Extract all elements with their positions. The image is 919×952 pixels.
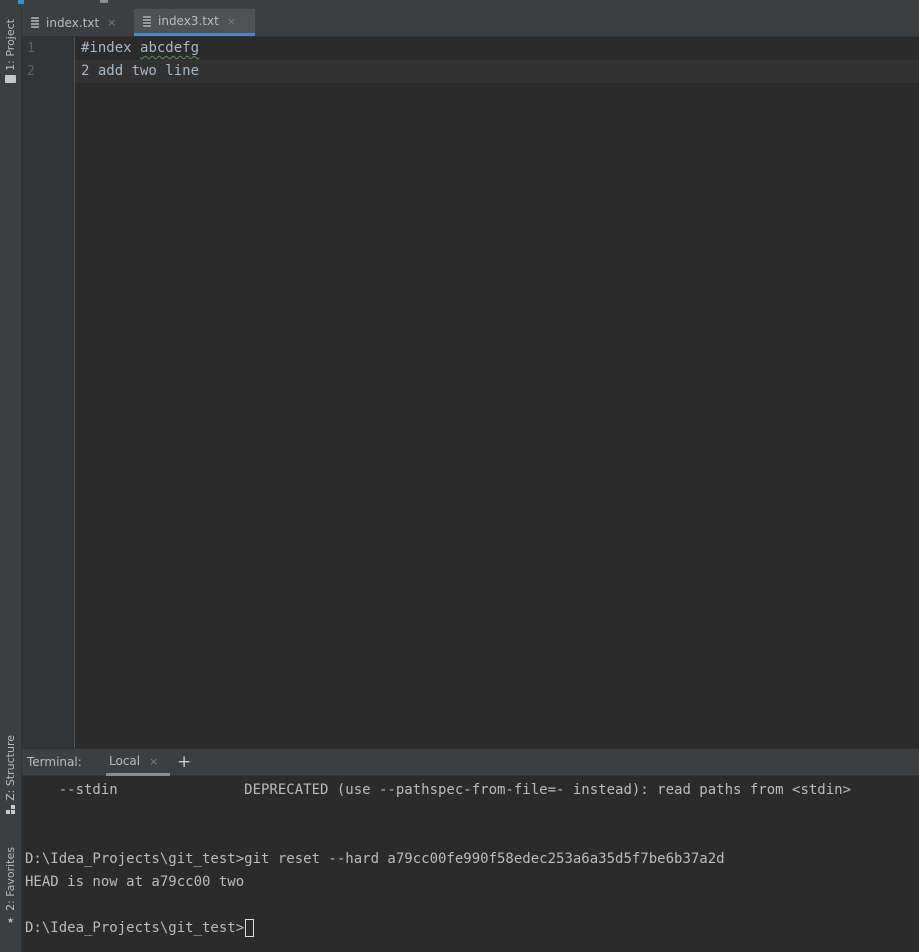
star-icon: ★	[7, 912, 14, 926]
folder-icon	[5, 74, 16, 83]
terminal-prompt: D:\Idea_Projects\git_test>	[25, 920, 245, 936]
tool-window-stripe: 1: Project Z: Structure 2: Favorites ★	[0, 9, 22, 952]
breadcrumb-marker	[100, 0, 108, 3]
terminal-prompt-line: D:\Idea_Projects\git_test>	[25, 917, 255, 940]
terminal-tab-label: Local	[109, 754, 141, 768]
editor-tab-bar: index.txt × index3.txt ×	[22, 9, 919, 37]
code-line: 2 add two line	[81, 63, 200, 79]
text-file-icon	[31, 17, 39, 28]
line-number: 2	[27, 64, 35, 79]
new-terminal-button[interactable]: +	[177, 749, 191, 775]
code-text: #index	[81, 40, 141, 56]
terminal-line: --stdin DEPRECATED (use --pathspec-from-…	[25, 782, 852, 798]
structure-tool-button[interactable]: Z: Structure	[0, 735, 21, 814]
close-icon[interactable]: ×	[149, 755, 158, 768]
terminal-tab-local[interactable]: Local ×	[106, 749, 170, 776]
current-line-highlight	[75, 60, 919, 83]
terminal-output[interactable]: --stdin DEPRECATED (use --pathspec-from-…	[22, 776, 919, 952]
line-number-gutter: 1 2	[22, 37, 75, 748]
text-file-icon	[143, 15, 151, 27]
project-tool-button[interactable]: 1: Project	[0, 19, 21, 83]
spellcheck-word: abcdefg	[140, 40, 200, 56]
structure-icon	[6, 804, 15, 814]
text-editor[interactable]: #index abcdefg 2 add two line	[75, 37, 919, 748]
terminal-cursor[interactable]	[245, 919, 255, 937]
favorites-tool-button[interactable]: 2: Favorites ★	[0, 847, 21, 926]
terminal-line: HEAD is now at a79cc00 two	[25, 874, 245, 890]
line-number: 1	[27, 41, 35, 56]
favorites-tool-label: 2: Favorites	[4, 847, 17, 911]
terminal-line: D:\Idea_Projects\git_test>git reset --ha…	[25, 851, 725, 867]
tab-label: index.txt	[46, 15, 100, 30]
breadcrumb-marker	[18, 0, 24, 4]
tab-index-txt[interactable]: index.txt ×	[22, 9, 133, 36]
terminal-title: Terminal:	[27, 755, 82, 769]
navigation-bar-remnant	[0, 0, 919, 9]
terminal-header: Terminal: Local × +	[22, 748, 919, 776]
close-icon[interactable]: ×	[107, 16, 116, 29]
project-tool-label: 1: Project	[4, 19, 17, 71]
tab-index3-txt[interactable]: index3.txt ×	[134, 9, 255, 36]
close-icon[interactable]: ×	[227, 15, 236, 28]
structure-tool-label: Z: Structure	[4, 735, 17, 801]
tab-label: index3.txt	[158, 14, 219, 28]
code-line: #index abcdefg	[81, 37, 199, 60]
